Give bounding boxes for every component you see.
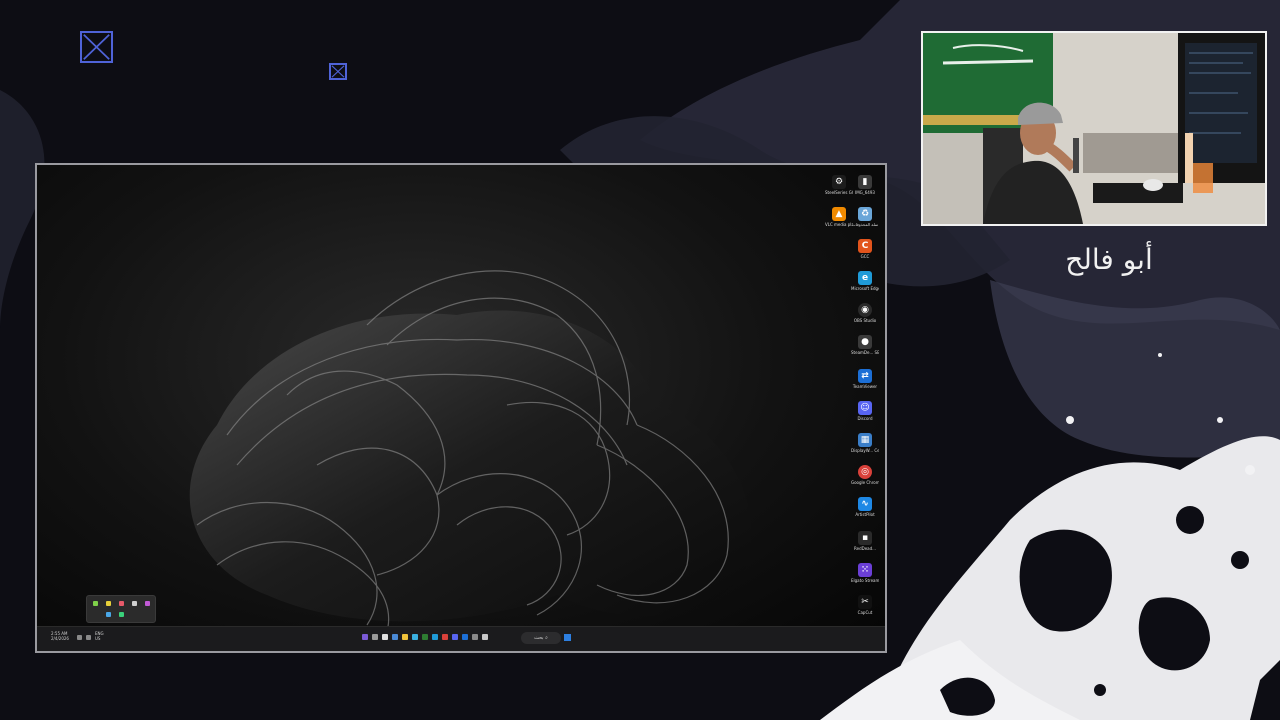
desktop-icon-recycle-bin[interactable]: ♻ سلة المحذوفات [851, 207, 879, 227]
taskbar-app-icon[interactable] [392, 634, 398, 640]
desktop-icon-label: OBS Studio [853, 318, 877, 323]
edge-icon: e [858, 271, 872, 285]
desktop-icon-gcc[interactable]: C GCC [851, 239, 879, 259]
image-file-icon: ▮ [858, 175, 872, 189]
desktop-icon-label: ArtistPilot [855, 512, 875, 517]
taskbar-app-icon[interactable] [412, 634, 418, 640]
desktop-icon-label: Microsoft Edge [851, 286, 879, 291]
desktop-icon-label: GCC [860, 254, 870, 259]
teamviewer-icon: ⇄ [858, 369, 872, 383]
taskbar-app-icon[interactable] [402, 634, 408, 640]
tray-app-icon[interactable] [132, 601, 137, 606]
desktop-icon-label: CapCut [857, 610, 873, 615]
taskbar-app-icon[interactable] [382, 634, 388, 640]
language-indicator[interactable]: ENG US [95, 631, 107, 641]
tray-app-icon[interactable] [106, 612, 111, 617]
chrome-icon: ◎ [858, 465, 872, 479]
desktop-icon-label: سلة المحذوفات [851, 222, 879, 227]
gcc-icon: C [858, 239, 872, 253]
search-label: بحث [534, 635, 544, 641]
decorative-x-box-large [80, 31, 113, 63]
desktop-icon-obs[interactable]: ◉ OBS Studio [851, 303, 879, 323]
desktop-icon-display-center[interactable]: ▦DisplayW... Center [851, 433, 879, 453]
recycle-bin-icon: ♻ [858, 207, 872, 221]
desktop-icon-label: Elgato Stream Deck [851, 578, 879, 583]
desktop-icon-label: IMG_6493 [855, 190, 875, 195]
desktop-icon-label: TeamViewer [852, 384, 878, 389]
desktop-icon-discord[interactable]: ☺ Discord [851, 401, 879, 421]
system-tray [77, 635, 91, 640]
webcam-feed [921, 31, 1267, 226]
streamer-name-label: أبو فالح [1065, 243, 1153, 276]
network-icon[interactable] [86, 635, 91, 640]
start-button-icon[interactable] [564, 634, 571, 641]
vlc-icon: ▲ [832, 207, 846, 221]
tray-app-icon[interactable] [119, 612, 124, 617]
desktop-icon-label: SteamDe... SE(64 [851, 350, 879, 355]
desktop-icon-label: SteelSeries GG [825, 190, 853, 195]
volume-icon[interactable] [77, 635, 82, 640]
game-shortcut-icon: ▪ [858, 531, 872, 545]
desktop-icon-capcut[interactable]: ✂ CapCut [851, 595, 879, 615]
stream-deck-icon: ⁙ [858, 563, 872, 577]
taskbar-date: 2/4/2026 [51, 636, 69, 641]
desktop-icon-label: Discord [857, 416, 873, 421]
taskbar-clock[interactable]: 2:55 AM 2/4/2026 [51, 631, 69, 641]
display-center-icon: ▦ [858, 433, 872, 447]
taskbar-app-icon[interactable] [452, 634, 458, 640]
desktop-icon-steelseries[interactable]: ⚙ SteelSeries GG [825, 175, 853, 195]
decorative-x-box-small [329, 63, 347, 80]
discord-icon: ☺ [858, 401, 872, 415]
webcam-scene [923, 33, 1265, 224]
taskbar-app-icon[interactable] [482, 634, 488, 640]
taskbar-app-icon[interactable] [432, 634, 438, 640]
tray-app-icon[interactable] [106, 601, 111, 606]
artist-icon: ∿ [858, 497, 872, 511]
steamdeck-icon: ● [858, 335, 872, 349]
desktop-icon-edge[interactable]: e Microsoft Edge [851, 271, 879, 291]
taskbar-app-icon[interactable] [472, 634, 478, 640]
taskbar-app-icon[interactable] [442, 634, 448, 640]
taskbar-search-box[interactable]: بحث ⌕ [521, 632, 561, 644]
taskbar-pinned-apps [362, 634, 488, 640]
desktop-icon-label: RedDead... [854, 546, 876, 551]
desktop-icon-label: Google Chrome [851, 480, 879, 485]
desktop-icon-chrome[interactable]: ◎ Google Chrome [851, 465, 879, 485]
taskbar-app-icon[interactable] [372, 634, 378, 640]
taskbar-app-icon[interactable] [422, 634, 428, 640]
desktop-icon-image-file[interactable]: ▮ IMG_6493 [851, 175, 879, 195]
search-icon: ⌕ [545, 635, 548, 641]
desktop-icon-label: VLC media player [825, 222, 853, 227]
tray-app-icon[interactable] [145, 601, 150, 606]
desktop-icon-label: DisplayW... Center [851, 448, 879, 453]
obs-icon: ◉ [858, 303, 872, 317]
steelseries-icon: ⚙ [832, 175, 846, 189]
desktop-screen-capture: ⚙SteelSeries GG ▮IMG_6493 ▲VLC media pla… [35, 163, 887, 653]
taskbar: 2:55 AM 2/4/2026 ENG US بحث ⌕ [37, 626, 885, 651]
tray-overflow-popup [86, 595, 156, 623]
taskbar-app-icon[interactable] [362, 634, 368, 640]
desktop-icon-steamdeck[interactable]: ●SteamDe... SE(64 [851, 335, 879, 355]
windows-bloom-wallpaper [189, 270, 752, 646]
desktop-icon-game-shortcut[interactable]: ▪ RedDead... [851, 531, 879, 551]
desktop-icon-vlc[interactable]: ▲VLC media player [825, 207, 853, 227]
desktop-icon-stream-deck[interactable]: ⁙Elgato Stream Deck [851, 563, 879, 583]
desktop-icon-teamviewer[interactable]: ⇄ TeamViewer [851, 369, 879, 389]
tray-app-icon[interactable] [93, 601, 98, 606]
taskbar-app-icon[interactable] [462, 634, 468, 640]
capcut-icon: ✂ [858, 595, 872, 609]
tray-app-icon[interactable] [119, 601, 124, 606]
desktop-icon-artist[interactable]: ∿ ArtistPilot [851, 497, 879, 517]
